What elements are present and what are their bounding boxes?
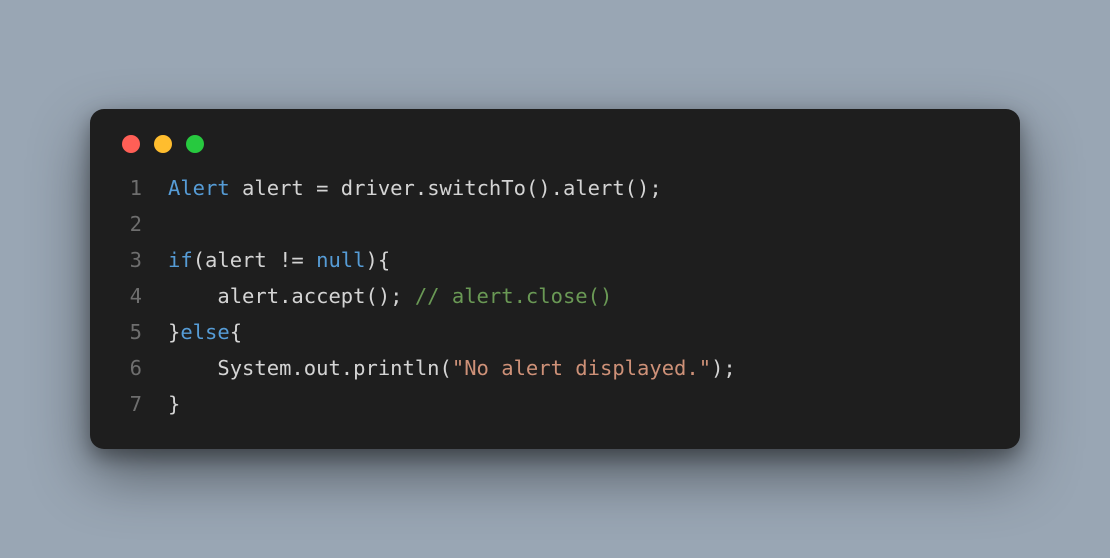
code-line: 2: [106, 207, 1000, 243]
maximize-icon[interactable]: [186, 135, 204, 153]
line-number: 7: [106, 387, 142, 423]
code-line: 6 System.out.println("No alert displayed…: [106, 351, 1000, 387]
code-line: 5 }else{: [106, 315, 1000, 351]
line-number: 5: [106, 315, 142, 351]
close-icon[interactable]: [122, 135, 140, 153]
minimize-icon[interactable]: [154, 135, 172, 153]
line-number: 2: [106, 207, 142, 243]
code-line: 7 }: [106, 387, 1000, 423]
code-content: }: [142, 387, 180, 423]
code-line: 4 alert.accept(); // alert.close(): [106, 279, 1000, 315]
line-number: 3: [106, 243, 142, 279]
line-number: 1: [106, 171, 142, 207]
line-number: 6: [106, 351, 142, 387]
code-content: if(alert != null){: [142, 243, 390, 279]
code-area: 1 Alert alert = driver.switchTo().alert(…: [90, 171, 1020, 422]
code-line: 3 if(alert != null){: [106, 243, 1000, 279]
code-content: alert.accept(); // alert.close(): [142, 279, 612, 315]
code-window: 1 Alert alert = driver.switchTo().alert(…: [90, 109, 1020, 448]
code-line: 1 Alert alert = driver.switchTo().alert(…: [106, 171, 1000, 207]
line-number: 4: [106, 279, 142, 315]
code-content: System.out.println("No alert displayed."…: [142, 351, 736, 387]
code-content: Alert alert = driver.switchTo().alert();: [142, 171, 662, 207]
window-titlebar: [90, 109, 1020, 171]
code-content: }else{: [142, 315, 242, 351]
